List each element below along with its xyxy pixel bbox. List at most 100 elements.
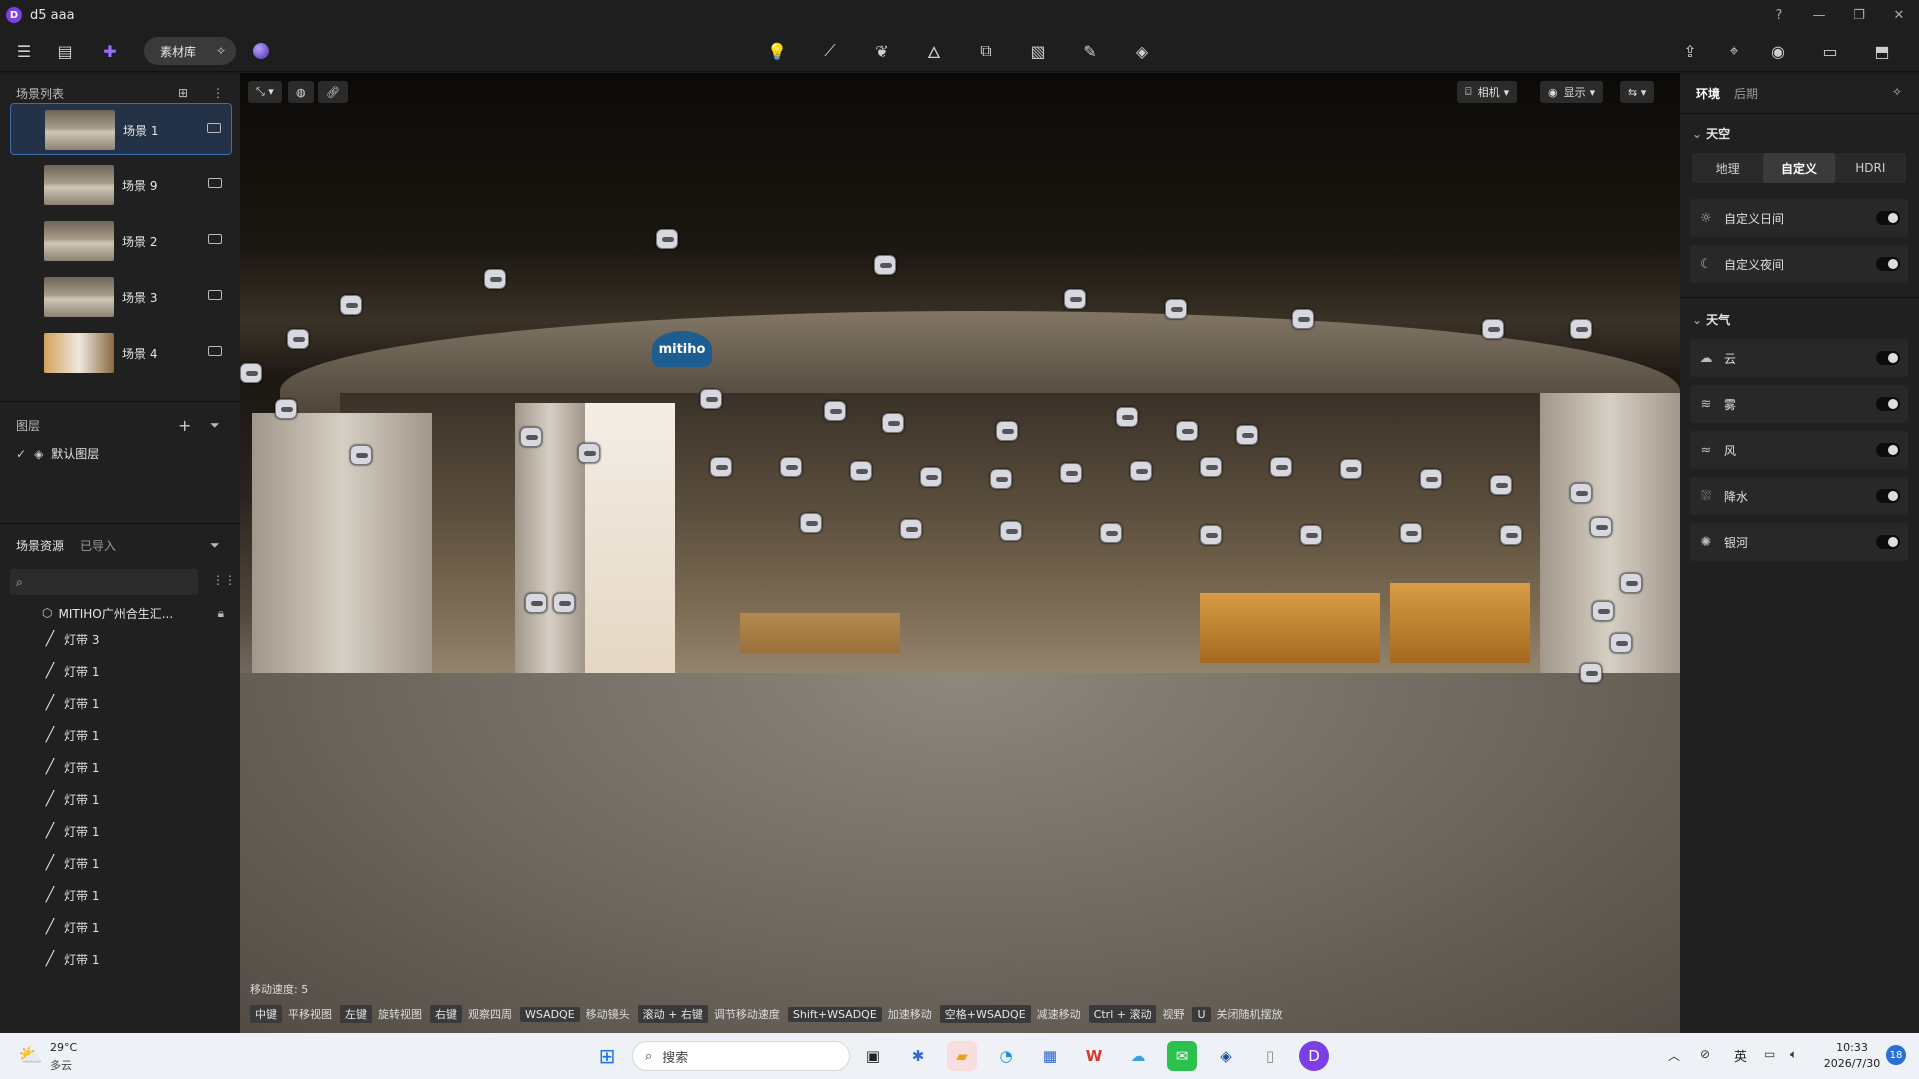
light-marker-icon[interactable]	[710, 457, 732, 477]
light-marker-icon[interactable]	[996, 421, 1018, 441]
sparkle-icon[interactable]: ✧	[1892, 85, 1902, 99]
video-icon[interactable]: ▭	[1818, 39, 1842, 63]
light-marker-icon[interactable]	[1200, 525, 1222, 545]
cloud-drive-icon[interactable]: ☁	[1123, 1041, 1153, 1071]
camera-icon[interactable]	[208, 234, 222, 244]
tree-item[interactable]: ╱ 灯带 1	[42, 885, 100, 905]
light-marker-icon[interactable]	[1236, 425, 1258, 445]
light-marker-icon[interactable]	[1000, 521, 1022, 541]
particle-icon[interactable]: ⧉	[974, 39, 998, 63]
light-marker-icon[interactable]	[1420, 469, 1442, 489]
light-marker-icon[interactable]	[1060, 463, 1082, 483]
light-marker-icon[interactable]	[1340, 459, 1362, 479]
d5-render-icon[interactable]: D	[1299, 1041, 1329, 1071]
render-queue-icon[interactable]: ⬒	[1870, 39, 1894, 63]
document-icon[interactable]: ▯	[1255, 1041, 1285, 1071]
menu-icon[interactable]: ☰	[12, 39, 36, 63]
light-marker-icon[interactable]	[882, 413, 904, 433]
leaf-icon[interactable]: ❦	[870, 39, 894, 63]
light-marker-icon[interactable]	[1165, 299, 1187, 319]
camera-icon[interactable]	[208, 290, 222, 300]
tab-environment[interactable]: 环境	[1696, 85, 1720, 102]
add-scene-icon[interactable]: ⊞	[178, 86, 188, 100]
chevron-up-icon[interactable]: ︿	[1668, 1047, 1680, 1064]
clock-date[interactable]: 2026/7/30	[1820, 1057, 1884, 1070]
link-button[interactable]: 🔗︎	[318, 81, 348, 103]
task-view-icon[interactable]: ▣	[858, 1041, 888, 1071]
resources-tab[interactable]: 场景资源	[16, 537, 64, 554]
camera-icon[interactable]	[208, 178, 222, 188]
add-layer-icon[interactable]: +	[178, 416, 191, 435]
notification-badge[interactable]: 18	[1886, 1045, 1906, 1065]
globe-button[interactable]: ◍	[288, 81, 314, 103]
3d-viewport[interactable]: mitiho ⤡ ▾ ◍ 🔗︎ ⌼ 相机 ▾ ◉ 显示 ▾ ⇆ ▾ 移动速度: …	[240, 73, 1680, 1033]
sky-mode-hdri[interactable]: HDRI	[1835, 153, 1906, 183]
light-marker-icon[interactable]	[484, 269, 506, 289]
lock-icon[interactable]: 🔒︎	[218, 606, 224, 621]
scene-item-4[interactable]: 场景 4	[10, 327, 232, 379]
sky-mode-custom[interactable]: 自定义	[1763, 153, 1835, 183]
cloud-toggle[interactable]	[1876, 351, 1900, 365]
light-marker-icon[interactable]	[700, 389, 722, 409]
weather-icon[interactable]: ⛅	[18, 1043, 43, 1067]
imported-tab[interactable]: 已导入	[80, 537, 116, 554]
sky-mode-geo[interactable]: 地理	[1692, 153, 1763, 183]
app-store-icon[interactable]: ✱	[903, 1041, 933, 1071]
light-marker-icon[interactable]	[1130, 461, 1152, 481]
light-marker-icon[interactable]	[350, 445, 372, 465]
layers-icon[interactable]: ◈	[1130, 39, 1154, 63]
tree-item[interactable]: ╱ 灯带 1	[42, 821, 100, 841]
brush-icon[interactable]: ✎	[1078, 39, 1102, 63]
light-marker-icon[interactable]	[340, 295, 362, 315]
light-marker-icon[interactable]	[1500, 525, 1522, 545]
collapse-icon[interactable]: ⏷	[210, 418, 220, 433]
custom-day-toggle[interactable]	[1876, 211, 1900, 225]
light-marker-icon[interactable]	[240, 363, 262, 383]
light-marker-icon[interactable]	[824, 401, 846, 421]
light-marker-icon[interactable]	[1100, 523, 1122, 543]
file-explorer-icon[interactable]: ▰	[947, 1041, 977, 1071]
ai-plus-icon[interactable]: ✚	[98, 39, 122, 63]
fog-toggle[interactable]	[1876, 397, 1900, 411]
light-marker-icon[interactable]	[578, 443, 600, 463]
light-marker-icon[interactable]	[1300, 525, 1322, 545]
close-button[interactable]: ✕	[1879, 0, 1919, 30]
weather-section-title[interactable]: ⌄ 天气	[1692, 311, 1730, 328]
light-marker-icon[interactable]	[800, 513, 822, 533]
ms-store-icon[interactable]: ▦	[1035, 1041, 1065, 1071]
wechat-icon[interactable]: ✉	[1167, 1041, 1197, 1071]
light-marker-icon[interactable]	[1490, 475, 1512, 495]
light-marker-icon[interactable]	[553, 593, 575, 613]
network-icon[interactable]: ⊘	[1700, 1047, 1710, 1061]
tree-item[interactable]: ╱ 灯带 1	[42, 693, 100, 713]
minimize-button[interactable]: —	[1799, 0, 1839, 30]
light-marker-icon[interactable]	[850, 461, 872, 481]
tree-item[interactable]: ╱ 灯带 1	[42, 725, 100, 745]
light-marker-icon[interactable]	[287, 329, 309, 349]
scene-item-2[interactable]: 场景 2	[10, 215, 232, 267]
light-marker-icon[interactable]	[990, 469, 1012, 489]
grid-view-icon[interactable]: ⋮⋮	[212, 573, 236, 587]
light-marker-icon[interactable]	[1200, 457, 1222, 477]
camera-icon[interactable]	[208, 346, 222, 356]
tree-item[interactable]: ╱ 灯带 1	[42, 949, 100, 969]
light-marker-icon[interactable]	[874, 255, 896, 275]
light-marker-icon[interactable]	[1570, 319, 1592, 339]
ime-indicator[interactable]: 英	[1734, 1046, 1747, 1065]
tree-item[interactable]: ╱ 灯带 1	[42, 661, 100, 681]
light-marker-icon[interactable]	[1064, 289, 1086, 309]
transform-tool-button[interactable]: ⤡ ▾	[248, 81, 282, 103]
volume-icon[interactable]: 🔈︎	[1790, 1047, 1797, 1062]
camera-snapshot-icon[interactable]: ◉	[1766, 39, 1790, 63]
fire-icon[interactable]: 🜂	[922, 39, 946, 63]
material-library-button[interactable]: 素材库 ✧	[144, 37, 236, 65]
galaxy-toggle[interactable]	[1876, 535, 1900, 549]
display-icon[interactable]: ▭	[1764, 1047, 1775, 1061]
light-marker-icon[interactable]	[1590, 517, 1612, 537]
restore-button[interactable]: ❐	[1839, 0, 1879, 30]
wps-icon[interactable]: W	[1079, 1041, 1109, 1071]
sketchup-icon[interactable]: ◈	[1211, 1041, 1241, 1071]
default-layer-row[interactable]: ✓ ◈ 默认图层	[16, 445, 99, 462]
tree-item[interactable]: ╱ 灯带 1	[42, 853, 100, 873]
light-marker-icon[interactable]	[1400, 523, 1422, 543]
